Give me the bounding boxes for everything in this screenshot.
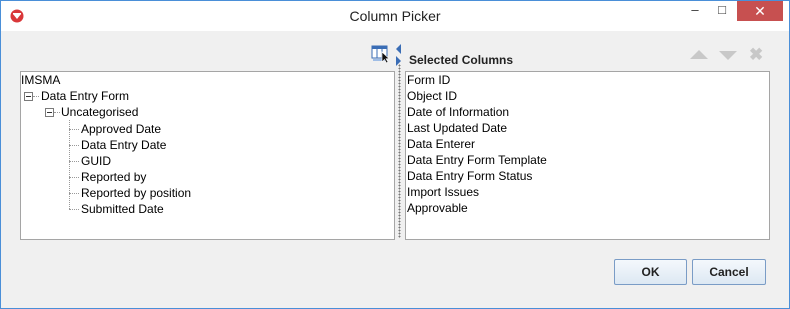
table-columns-icon[interactable] <box>371 45 391 63</box>
maximize-button[interactable]: □ <box>709 1 735 21</box>
minimize-button[interactable]: – <box>682 1 708 21</box>
collapse-left-arrow-icon[interactable] <box>396 44 401 54</box>
remove-x-icon[interactable]: ✖ <box>749 46 763 64</box>
tree-leaf[interactable]: Reported by position <box>81 185 191 201</box>
splitter-grip[interactable] <box>398 64 401 238</box>
tree-root[interactable]: IMSMA <box>21 72 60 88</box>
ok-button[interactable]: OK <box>614 259 687 285</box>
cancel-button[interactable]: Cancel <box>692 259 766 285</box>
close-button[interactable]: ✕ <box>737 1 783 21</box>
triangle-up-icon[interactable] <box>690 50 708 59</box>
selected-columns-header: Selected Columns <box>409 53 514 67</box>
list-item[interactable]: Form ID <box>407 72 450 88</box>
list-item[interactable]: Data Entry Form Template <box>407 152 547 168</box>
tree-leaf[interactable]: GUID <box>81 153 111 169</box>
split-pane-divider[interactable] <box>395 44 404 238</box>
title-bar: Column Picker – □ ✕ <box>1 1 789 31</box>
window-title: Column Picker <box>349 8 441 24</box>
available-columns-tree[interactable]: IMSMA Data Entry Form Uncategorised Appr… <box>20 71 395 240</box>
list-item[interactable]: Import Issues <box>407 184 479 200</box>
tree-leaf[interactable]: Submitted Date <box>81 201 164 217</box>
triangle-down-icon[interactable] <box>719 51 737 60</box>
collapse-icon[interactable] <box>24 92 33 101</box>
list-item[interactable]: Approvable <box>407 200 468 216</box>
collapse-icon[interactable] <box>45 108 54 117</box>
tree-leaf[interactable]: Approved Date <box>81 121 161 137</box>
list-item[interactable]: Object ID <box>407 88 457 104</box>
selected-columns-list[interactable]: Form ID Object ID Date of Information La… <box>405 71 770 240</box>
tree-node-group[interactable]: Uncategorised <box>61 104 138 120</box>
tree-leaf[interactable]: Reported by <box>81 169 146 185</box>
tree-leaf[interactable]: Data Entry Date <box>81 137 166 153</box>
list-item[interactable]: Data Entry Form Status <box>407 168 532 184</box>
list-item[interactable]: Data Enterer <box>407 136 475 152</box>
list-item[interactable]: Date of Information <box>407 104 509 120</box>
list-item[interactable]: Last Updated Date <box>407 120 507 136</box>
tree-node-form[interactable]: Data Entry Form <box>41 88 129 104</box>
